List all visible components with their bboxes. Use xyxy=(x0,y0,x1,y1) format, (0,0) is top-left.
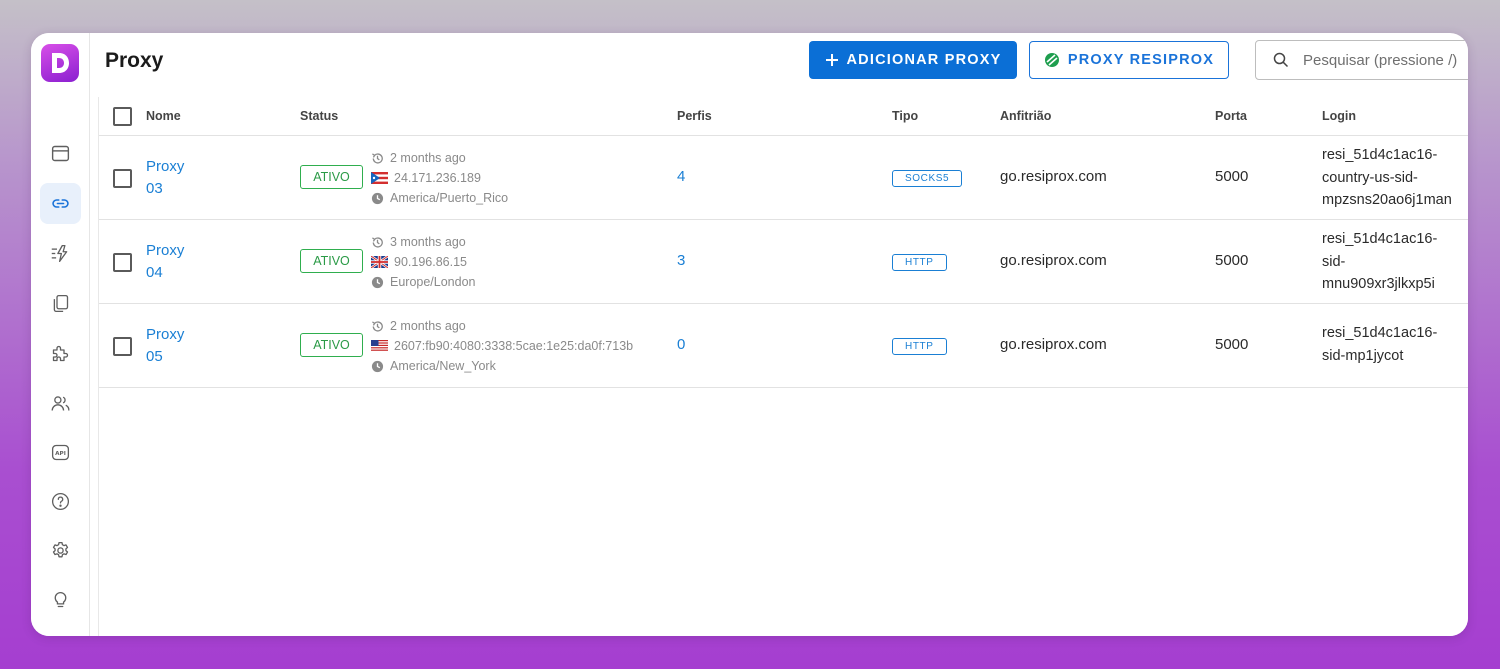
history-icon xyxy=(372,236,383,248)
proxy-type-badge: HTTP xyxy=(892,338,947,355)
proxy-type-badge: SOCKS5 xyxy=(892,170,963,187)
profiles-count-link[interactable]: 0 xyxy=(677,336,685,353)
api-icon: API xyxy=(51,444,70,461)
proxy-port: 5000 xyxy=(1215,336,1249,353)
settings-gear-icon xyxy=(52,541,69,558)
history-icon xyxy=(372,320,383,332)
app-logo[interactable] xyxy=(41,44,79,82)
row-checkbox[interactable] xyxy=(113,337,132,356)
proxy-login: resi_51d4c1ac16- country-us-sid- mpzsns2… xyxy=(1322,147,1452,208)
profiles-count-link[interactable]: 3 xyxy=(677,252,685,269)
proxy-check-info: 2 months ago 2607:fb90:4080:3338:5cae:1e… xyxy=(371,316,633,376)
proxy-login: resi_51d4c1ac16- sid-mp1jycot xyxy=(1322,325,1438,364)
clock-icon xyxy=(371,360,384,372)
proxy-check-info: 3 months ago 90.196.86.15 Europe/London xyxy=(371,232,476,292)
select-all-checkbox[interactable] xyxy=(113,107,132,126)
status-badge: ATIVO xyxy=(300,165,363,189)
column-header-nome[interactable]: Nome xyxy=(146,109,181,123)
uk-flag-icon xyxy=(371,256,388,268)
page-title: Proxy xyxy=(105,49,164,72)
proxy-name-link[interactable]: Proxy 03 xyxy=(146,156,206,200)
status-badge: ATIVO xyxy=(300,249,363,273)
search-input[interactable] xyxy=(1303,51,1468,69)
profiles-count-link[interactable]: 4 xyxy=(677,168,685,185)
clock-icon xyxy=(371,192,384,204)
table-header: Nome Status Perfis Tipo Anfitrião Porta … xyxy=(99,97,1468,136)
nav-templates[interactable] xyxy=(40,283,81,324)
nav-extensions[interactable] xyxy=(40,333,81,374)
nav-proxy[interactable] xyxy=(40,183,81,224)
table-row[interactable]: Proxy 05 ATIVO 2 months ago 2607:fb90:40… xyxy=(99,304,1468,388)
table-row[interactable]: Proxy 03 ATIVO 2 months ago 24.171.236.1… xyxy=(99,136,1468,220)
app-window: API Proxy ADICIONAR PROXY PROXY RESIPROX… xyxy=(31,33,1468,636)
resiprox-proxy-button[interactable]: PROXY RESIPROX xyxy=(1029,41,1229,79)
column-header-porta[interactable]: Porta xyxy=(1215,109,1247,123)
resiprox-label: PROXY RESIPROX xyxy=(1067,52,1215,68)
column-header-login[interactable]: Login xyxy=(1322,109,1356,123)
puzzle-extension-icon xyxy=(52,345,69,362)
add-proxy-label: ADICIONAR PROXY xyxy=(846,52,1002,68)
nav-help[interactable] xyxy=(40,481,81,522)
search-box[interactable] xyxy=(1255,40,1468,80)
proxy-host: go.resiprox.com xyxy=(1000,336,1107,353)
copy-pages-icon xyxy=(53,294,69,313)
proxy-type-badge: HTTP xyxy=(892,254,947,271)
plus-icon xyxy=(825,54,838,66)
search-icon xyxy=(1273,52,1289,68)
clock-icon xyxy=(371,276,384,288)
proxy-name-link[interactable]: Proxy 05 xyxy=(146,324,206,368)
nav-settings[interactable] xyxy=(40,530,81,571)
help-question-icon xyxy=(51,492,70,511)
automation-bolt-icon xyxy=(51,244,68,263)
nav-automation[interactable] xyxy=(40,233,81,274)
proxy-port: 5000 xyxy=(1215,252,1249,269)
add-proxy-button[interactable]: ADICIONAR PROXY xyxy=(809,41,1017,79)
proxy-login: resi_51d4c1ac16- sid- mnu909xr3jlkxp5i xyxy=(1322,231,1438,292)
logo-icon xyxy=(52,53,69,73)
nav-browser-profiles[interactable] xyxy=(40,133,81,174)
lightbulb-icon xyxy=(54,591,67,608)
proxy-port: 5000 xyxy=(1215,168,1249,185)
resiprox-logo-icon xyxy=(1044,53,1059,67)
column-header-perfis[interactable]: Perfis xyxy=(677,109,712,123)
sidebar: API xyxy=(31,33,90,636)
link-icon xyxy=(52,199,69,208)
row-checkbox[interactable] xyxy=(113,253,132,272)
column-header-tipo[interactable]: Tipo xyxy=(892,109,918,123)
proxy-host: go.resiprox.com xyxy=(1000,168,1107,185)
us-flag-icon xyxy=(371,340,388,352)
nav-tips[interactable] xyxy=(40,579,81,620)
users-icon xyxy=(51,396,70,411)
column-header-status[interactable]: Status xyxy=(300,109,338,123)
nav-api[interactable]: API xyxy=(40,432,81,473)
nav-team[interactable] xyxy=(40,383,81,424)
column-header-anfitriao[interactable]: Anfitrião xyxy=(1000,109,1051,123)
svg-text:API: API xyxy=(55,451,66,457)
status-badge: ATIVO xyxy=(300,333,363,357)
row-checkbox[interactable] xyxy=(113,169,132,188)
proxy-host: go.resiprox.com xyxy=(1000,252,1107,269)
proxy-table: Nome Status Perfis Tipo Anfitrião Porta … xyxy=(98,97,1468,636)
table-row[interactable]: Proxy 04 ATIVO 3 months ago 90.196.86.15… xyxy=(99,220,1468,304)
history-icon xyxy=(372,152,383,164)
proxy-check-info: 2 months ago 24.171.236.189 America/Puer… xyxy=(371,148,508,208)
puerto-rico-flag-icon xyxy=(371,172,388,184)
proxy-name-link[interactable]: Proxy 04 xyxy=(146,240,206,284)
browser-window-icon xyxy=(51,145,70,162)
